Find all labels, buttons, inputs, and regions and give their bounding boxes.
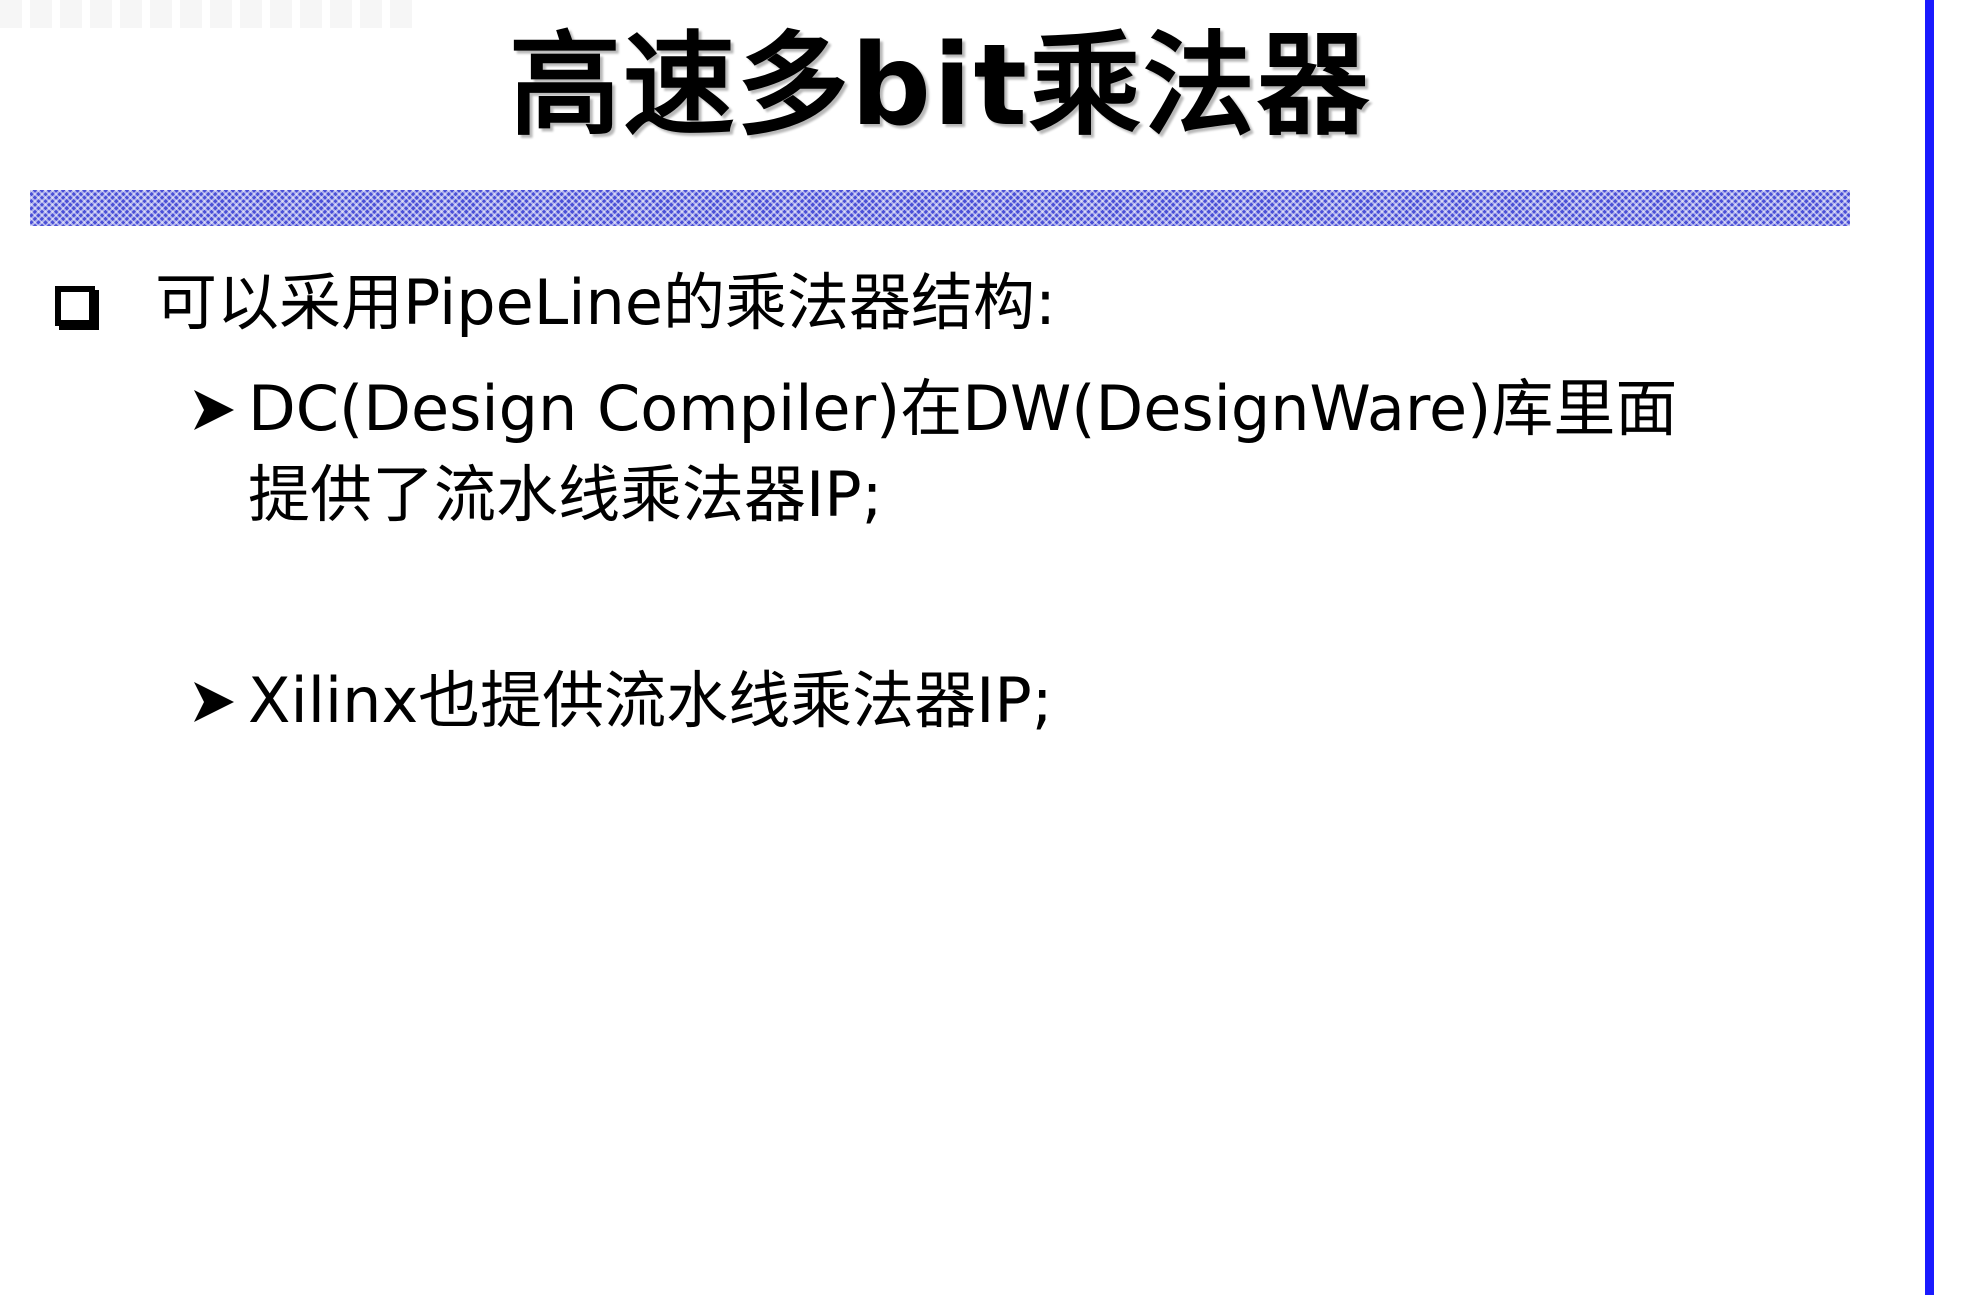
arrow-right-icon xyxy=(190,680,236,724)
title-underline-bar xyxy=(30,190,1850,226)
sub-item-line-2: 提供了流水线乘法器IP; xyxy=(248,458,883,531)
bullet-item: 可以采用PipeLine的乘法器结构: xyxy=(55,262,1855,344)
checkbox-icon xyxy=(55,286,95,326)
sub-item-dc: DC(Design Compiler)在DW(DesignWare)库里面 提供… xyxy=(190,366,1840,538)
slide: 高速多bit乘法器 可以采用PipeLine的乘法器结构: DC(Design … xyxy=(0,0,1977,1295)
slide-title: 高速多bit乘法器 xyxy=(508,21,1372,151)
slide-right-border xyxy=(1925,0,1934,1295)
sub-item-text: DC(Design Compiler)在DW(DesignWare)库里面 提供… xyxy=(248,366,1677,538)
sub-item-line-1: DC(Design Compiler)在DW(DesignWare)库里面 xyxy=(248,372,1678,445)
sub-item-xilinx: Xilinx也提供流水线乘法器IP; xyxy=(190,658,1840,744)
arrow-right-icon xyxy=(190,388,236,432)
bullet-text: 可以采用PipeLine的乘法器结构: xyxy=(155,266,1056,339)
sub-item-line-1: Xilinx也提供流水线乘法器IP; xyxy=(248,664,1053,737)
sub-item-text: Xilinx也提供流水线乘法器IP; xyxy=(248,658,1053,744)
